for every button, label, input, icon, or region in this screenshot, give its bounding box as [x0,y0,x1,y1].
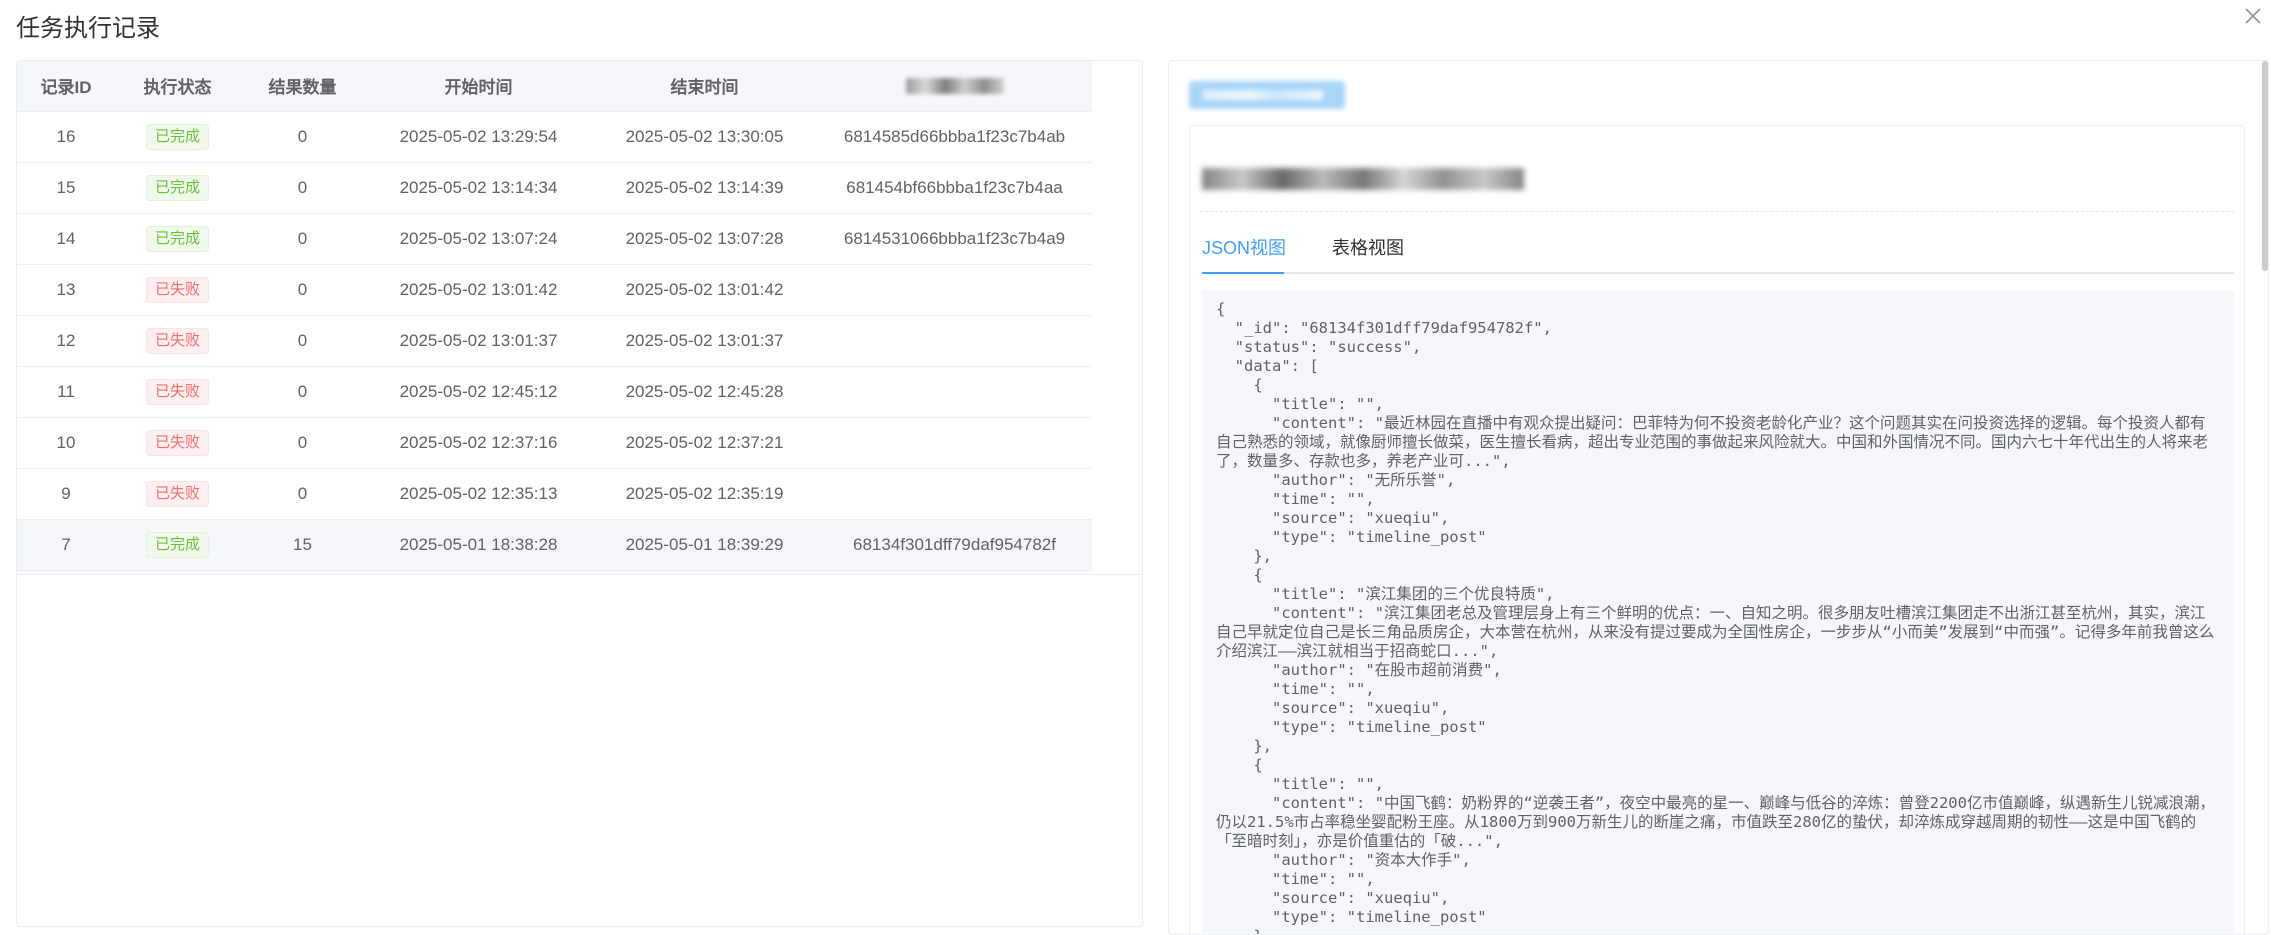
detail-panel: JSON视图 表格视图 { "_id": "68134f301dff79daf9… [1168,60,2269,935]
redacted-header-label [905,78,1004,95]
cell-record-id: 10 [17,417,115,469]
cell-end-time: 2025-05-02 13:30:05 [592,111,817,163]
cell-record-id: 11 [17,366,115,418]
cell-end-time: 2025-05-02 13:01:42 [592,264,817,316]
cell-status: 已失败 [115,264,240,316]
header-result-count: 结果数量 [240,61,365,112]
cell-start-time: 2025-05-02 13:01:37 [365,315,592,367]
table-row[interactable]: 7 已完成 15 2025-05-01 18:38:28 2025-05-01 18:3… [17,519,1092,571]
cell-start-time: 2025-05-02 13:29:54 [365,111,592,163]
records-table: 记录ID 执行状态 结果数量 开始时间 结束时间 16 已完成 0 2025-05-0… [17,61,1092,571]
tab-table-view[interactable]: 表格视图 [1332,234,1404,260]
header-record-id: 记录ID [17,61,115,112]
records-table-panel: 记录ID 执行状态 结果数量 开始时间 结束时间 16 已完成 0 2025-05-0… [16,60,1143,927]
status-badge: 已完成 [145,123,209,150]
cell-result-count: 0 [240,111,365,163]
cell-result-count: 0 [240,315,365,367]
cell-status: 已完成 [115,162,240,214]
cell-status: 已失败 [115,315,240,367]
detail-card: JSON视图 表格视图 { "_id": "68134f301dff79daf9… [1189,125,2245,934]
status-badge: 已失败 [145,378,209,405]
cell-start-time: 2025-05-02 13:14:34 [365,162,592,214]
cell-record-id: 7 [17,519,115,571]
cell-doc-id: 68134f301dff79daf954782f [817,519,1092,571]
cell-end-time: 2025-05-02 12:37:21 [592,417,817,469]
cell-result-count: 0 [240,264,365,316]
cell-record-id: 15 [17,162,115,214]
table-row[interactable]: 9 已失败 0 2025-05-02 12:35:13 2025-05-02 12:35… [17,468,1092,520]
table-row[interactable]: 15 已完成 0 2025-05-02 13:14:34 2025-05-02 13:1… [17,162,1092,214]
cell-status: 已完成 [115,213,240,265]
cell-status: 已失败 [115,366,240,418]
cell-record-id: 14 [17,213,115,265]
cell-result-count: 0 [240,417,365,469]
cell-doc-id [817,315,1092,367]
cell-status: 已失败 [115,417,240,469]
cell-start-time: 2025-05-02 12:45:12 [365,366,592,418]
status-badge: 已完成 [145,174,209,201]
cell-doc-id [817,366,1092,418]
active-tab-indicator [1202,272,1284,274]
cell-record-id: 16 [17,111,115,163]
cell-end-time: 2025-05-02 12:45:28 [592,366,817,418]
cell-doc-id [817,264,1092,316]
cell-end-time: 2025-05-02 12:35:19 [592,468,817,520]
view-tabs: JSON视图 表格视图 [1202,230,2234,274]
cell-doc-id: 6814585d66bbba1f23c7b4ab [817,111,1092,163]
cell-doc-id: 6814531066bbba1f23c7b4a9 [817,213,1092,265]
cell-end-time: 2025-05-02 13:14:39 [592,162,817,214]
status-badge: 已失败 [145,276,209,303]
status-badge: 已完成 [145,531,209,558]
json-content: { "_id": "68134f301dff79daf954782f", "st… [1216,300,2215,934]
redacted-heading [1202,168,1524,190]
dialog-title: 任务执行记录 [16,15,160,42]
cell-start-time: 2025-05-02 13:07:24 [365,213,592,265]
cell-record-id: 12 [17,315,115,367]
header-status: 执行状态 [115,61,240,112]
table-row[interactable]: 12 已失败 0 2025-05-02 13:01:37 2025-05-02 13:0… [17,315,1092,367]
cell-start-time: 2025-05-02 12:35:13 [365,468,592,520]
cell-result-count: 0 [240,468,365,520]
close-icon[interactable] [2241,4,2265,28]
status-badge: 已失败 [145,429,209,456]
cell-doc-id: 681454bf66bbba1f23c7b4aa [817,162,1092,214]
cell-result-count: 15 [240,519,365,571]
tab-json-view[interactable]: JSON视图 [1202,234,1286,260]
header-redacted [817,61,1092,112]
cell-status: 已失败 [115,468,240,520]
cell-doc-id [817,468,1092,520]
header-start-time: 开始时间 [365,61,592,112]
cell-start-time: 2025-05-02 13:01:42 [365,264,592,316]
json-viewer[interactable]: { "_id": "68134f301dff79daf954782f", "st… [1202,290,2234,934]
table-row[interactable]: 13 已失败 0 2025-05-02 13:01:42 2025-05-02 13:0… [17,264,1092,316]
cell-result-count: 0 [240,213,365,265]
cell-start-time: 2025-05-02 12:37:16 [365,417,592,469]
table-row[interactable]: 16 已完成 0 2025-05-02 13:29:54 2025-05-02 13:3… [17,111,1092,163]
table-row[interactable]: 11 已失败 0 2025-05-02 12:45:12 2025-05-02 12:4… [17,366,1092,418]
cell-start-time: 2025-05-01 18:38:28 [365,519,592,571]
cell-result-count: 0 [240,162,365,214]
status-badge: 已失败 [145,480,209,507]
cell-record-id: 13 [17,264,115,316]
header-end-time: 结束时间 [592,61,817,112]
cell-end-time: 2025-05-02 13:01:37 [592,315,817,367]
table-header-row: 记录ID 执行状态 结果数量 开始时间 结束时间 [17,61,1092,112]
table-bottom-rule [17,574,1142,575]
cell-status: 已完成 [115,111,240,163]
cell-end-time: 2025-05-01 18:39:29 [592,519,817,571]
scrollbar[interactable] [2262,61,2268,271]
cell-record-id: 9 [17,468,115,520]
table-row[interactable]: 14 已完成 0 2025-05-02 13:07:24 2025-05-02 13:0… [17,213,1092,265]
cell-result-count: 0 [240,366,365,418]
cell-doc-id [817,417,1092,469]
table-row[interactable]: 10 已失败 0 2025-05-02 12:37:16 2025-05-02 12:3… [17,417,1092,469]
cell-end-time: 2025-05-02 13:07:28 [592,213,817,265]
redacted-badge [1189,81,1345,109]
status-badge: 已失败 [145,327,209,354]
cell-status: 已完成 [115,519,240,571]
card-divider [1200,211,2234,212]
status-badge: 已完成 [145,225,209,252]
